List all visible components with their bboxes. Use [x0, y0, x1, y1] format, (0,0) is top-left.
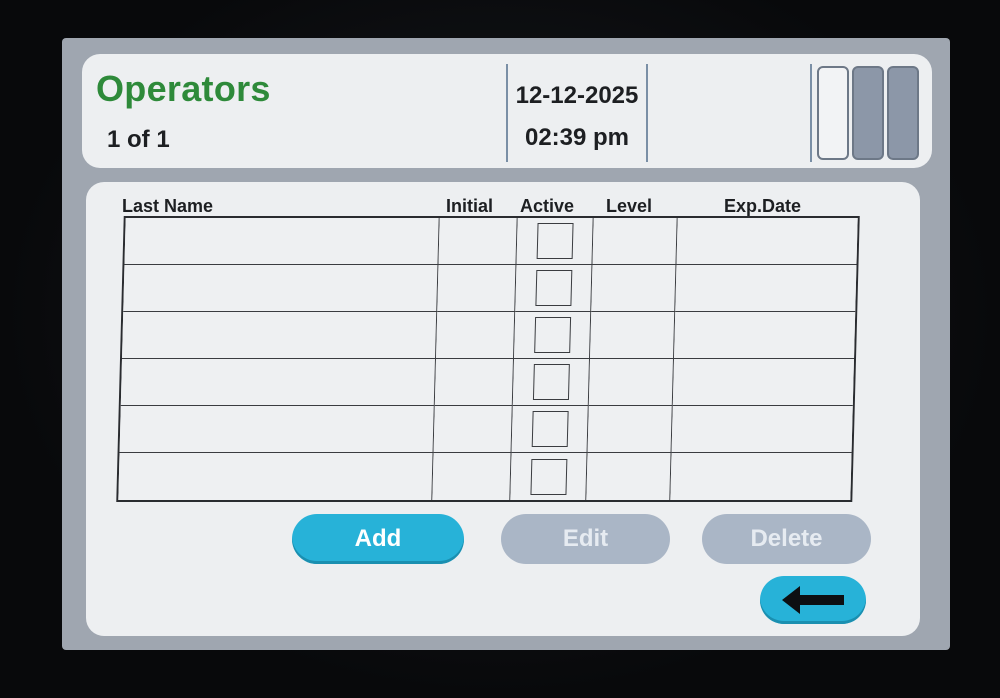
column-header-level[interactable]: Level	[606, 196, 652, 217]
cell-exp-date[interactable]	[670, 453, 852, 500]
cell-initial[interactable]	[438, 218, 518, 265]
battery-segment-icon	[852, 66, 884, 160]
column-header-exp-date[interactable]: Exp.Date	[724, 196, 801, 217]
cell-last-name[interactable]	[118, 453, 434, 500]
cell-initial[interactable]	[436, 312, 516, 359]
cell-active[interactable]	[515, 265, 593, 312]
cell-exp-date[interactable]	[672, 359, 854, 406]
active-checkbox[interactable]	[534, 270, 572, 306]
operators-table	[116, 216, 860, 502]
cell-last-name[interactable]	[120, 359, 437, 406]
date-display: 12-12-2025	[515, 82, 639, 109]
column-header-active[interactable]: Active	[520, 196, 574, 217]
cell-level[interactable]	[586, 453, 672, 500]
delete-button[interactable]: Delete	[702, 514, 871, 564]
cell-initial[interactable]	[434, 359, 514, 406]
cell-initial[interactable]	[433, 406, 513, 453]
cell-exp-date[interactable]	[676, 218, 858, 265]
active-checkbox[interactable]	[533, 317, 571, 353]
cell-active[interactable]	[510, 453, 588, 500]
cell-level[interactable]	[591, 265, 677, 312]
cell-initial[interactable]	[432, 453, 512, 500]
active-checkbox[interactable]	[529, 458, 567, 495]
cell-last-name[interactable]	[124, 218, 440, 265]
cell-active[interactable]	[516, 218, 594, 265]
header-divider	[506, 64, 508, 162]
active-checkbox[interactable]	[531, 411, 569, 447]
page-title: Operators	[96, 68, 271, 109]
battery-segment-icon	[817, 66, 849, 160]
cell-last-name[interactable]	[119, 406, 435, 453]
active-checkbox[interactable]	[536, 223, 574, 259]
cell-last-name[interactable]	[123, 265, 439, 312]
left-arrow-icon	[782, 586, 844, 614]
add-button[interactable]: Add	[292, 514, 464, 564]
cell-exp-date[interactable]	[675, 265, 857, 312]
cell-level[interactable]	[590, 312, 676, 359]
cell-exp-date[interactable]	[671, 406, 853, 453]
page-indicator: 1 of 1	[107, 126, 170, 153]
edit-button[interactable]: Edit	[501, 514, 670, 564]
header-divider	[810, 64, 812, 162]
cell-level[interactable]	[592, 218, 678, 265]
cell-active[interactable]	[514, 312, 592, 359]
column-header-last-name[interactable]: Last Name	[122, 196, 213, 217]
cell-active[interactable]	[511, 406, 589, 453]
active-checkbox[interactable]	[532, 364, 570, 400]
column-header-initial[interactable]: Initial	[446, 196, 493, 217]
cell-level[interactable]	[587, 406, 673, 453]
cell-initial[interactable]	[437, 265, 517, 312]
header-divider	[646, 64, 648, 162]
cell-level[interactable]	[588, 359, 674, 406]
cell-last-name[interactable]	[122, 312, 438, 359]
back-button[interactable]	[760, 576, 866, 624]
cell-active[interactable]	[512, 359, 590, 406]
time-display: 02:39 pm	[524, 124, 630, 151]
cell-exp-date[interactable]	[674, 312, 856, 359]
battery-segment-icon	[887, 66, 919, 160]
